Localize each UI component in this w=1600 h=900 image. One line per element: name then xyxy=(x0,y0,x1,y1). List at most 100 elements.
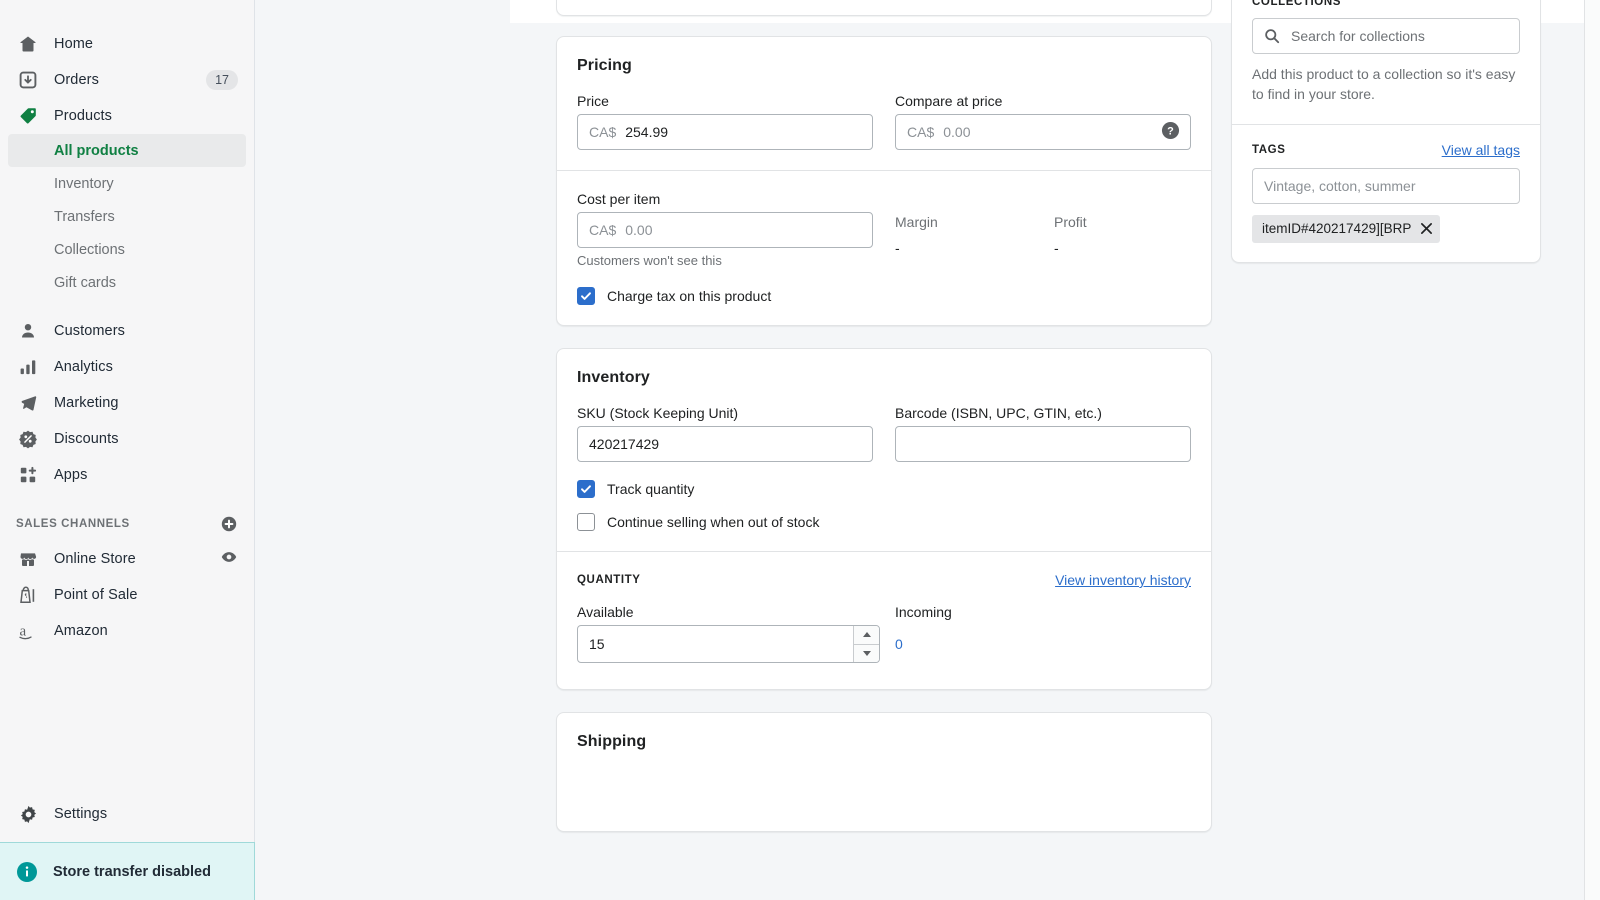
barcode-input[interactable] xyxy=(895,426,1191,462)
sidebar-item-label: Analytics xyxy=(54,359,113,375)
track-quantity-label: Track quantity xyxy=(607,481,695,497)
main-content: Pricing Price CA$ 254.99 Compare at pric… xyxy=(255,0,1600,900)
incoming-label: Incoming xyxy=(895,604,952,620)
inventory-title: Inventory xyxy=(577,369,650,386)
sidebar-item-label: Home xyxy=(54,36,94,52)
barcode-field-group: Barcode (ISBN, UPC, GTIN, etc.) xyxy=(895,405,1191,462)
banner-label: Store transfer disabled xyxy=(53,863,211,880)
store-transfer-banner[interactable]: Store transfer disabled xyxy=(0,842,255,900)
media-card-partial xyxy=(556,0,1212,16)
charge-tax-checkbox-row[interactable]: Charge tax on this product xyxy=(577,287,1191,305)
stepper-buttons xyxy=(853,626,879,662)
tags-placeholder: Vintage, cotton, summer xyxy=(1264,177,1416,194)
eye-icon[interactable] xyxy=(220,548,238,571)
sidebar-item-amazon[interactable]: a Amazon xyxy=(8,613,246,649)
nav-spacer-2 xyxy=(0,493,254,507)
product-form-column: Pricing Price CA$ 254.99 Compare at pric… xyxy=(556,0,1212,832)
sku-input[interactable]: 420217429 xyxy=(577,426,873,462)
sidebar-item-home[interactable]: Home xyxy=(8,26,246,62)
collections-search-input[interactable]: Search for collections xyxy=(1252,18,1520,54)
price-field-group: Price CA$ 254.99 xyxy=(577,93,873,150)
sidebar-item-products[interactable]: Products xyxy=(8,98,246,134)
available-incoming-row: Available 15 Incoming 0 xyxy=(577,604,1191,663)
close-icon[interactable] xyxy=(1420,222,1433,235)
profit-label: Profit xyxy=(1054,214,1087,230)
view-inventory-history-link[interactable]: View inventory history xyxy=(1055,572,1191,588)
sidebar-subitem-label: All products xyxy=(54,142,139,159)
sidebar-item-all-products[interactable]: All products xyxy=(8,134,246,167)
sidebar-item-orders[interactable]: Orders 17 xyxy=(8,62,246,98)
chevron-up-icon xyxy=(862,632,871,638)
sidebar-item-apps[interactable]: Apps xyxy=(8,457,246,493)
collections-card-body: COLLECTIONS Search for collections Add t… xyxy=(1232,0,1540,124)
shopify-admin-product-page: Home Orders 17 Products All products Inv… xyxy=(0,0,1600,900)
incoming-value[interactable]: 0 xyxy=(895,636,903,652)
view-all-tags-link[interactable]: View all tags xyxy=(1442,142,1520,158)
inventory-card: Inventory SKU (Stock Keeping Unit) 42021… xyxy=(556,348,1212,690)
sales-channels-label: SALES CHANNELS xyxy=(16,518,130,530)
compare-at-price-input[interactable]: CA$ 0.00 ? xyxy=(895,114,1191,150)
marketing-megaphone-icon xyxy=(16,391,40,415)
sidebar-subitem-label: Collections xyxy=(54,241,125,258)
price-currency-prefix: CA$ xyxy=(589,124,617,140)
sidebar-item-online-store[interactable]: Online Store xyxy=(8,541,246,577)
sidebar-item-label: Customers xyxy=(54,323,125,339)
sidebar-subitem-label: Inventory xyxy=(54,175,114,192)
point-of-sale-icon xyxy=(16,583,40,607)
charge-tax-checkbox[interactable] xyxy=(577,287,595,305)
track-quantity-checkbox[interactable] xyxy=(577,480,595,498)
sidebar-item-discounts[interactable]: Discounts xyxy=(8,421,246,457)
cost-currency-prefix: CA$ xyxy=(589,222,617,238)
sidebar-item-settings[interactable]: Settings xyxy=(8,796,246,832)
sidebar-item-collections[interactable]: Collections xyxy=(8,233,246,266)
sidebar-item-customers[interactable]: Customers xyxy=(8,313,246,349)
gear-icon xyxy=(16,802,40,826)
analytics-icon xyxy=(16,355,40,379)
sidebar-item-inventory[interactable]: Inventory xyxy=(8,167,246,200)
track-quantity-checkbox-row[interactable]: Track quantity xyxy=(577,480,1191,498)
pricing-card-body: Pricing Price CA$ 254.99 Compare at pric… xyxy=(557,37,1211,170)
help-circle-icon[interactable]: ? xyxy=(1161,121,1180,143)
sidebar-item-gift-cards[interactable]: Gift cards xyxy=(8,266,246,299)
collections-description: Add this product to a collection so it's… xyxy=(1252,66,1516,103)
primary-sidebar: Home Orders 17 Products All products Inv… xyxy=(0,0,255,900)
page-scrollbar[interactable] xyxy=(1584,0,1600,900)
margin-value: - xyxy=(895,240,900,256)
price-input[interactable]: CA$ 254.99 xyxy=(577,114,873,150)
tag-chip[interactable]: itemID#420217429][BRP xyxy=(1252,214,1441,243)
available-stepper: 15 xyxy=(577,625,880,663)
shipping-card-body: Shipping xyxy=(557,713,1211,771)
compare-price-placeholder: 0.00 xyxy=(943,124,971,140)
profit-value: - xyxy=(1054,240,1059,256)
collections-card: COLLECTIONS Search for collections Add t… xyxy=(1231,0,1541,263)
quantity-decrement-button[interactable] xyxy=(854,644,879,662)
continue-selling-checkbox[interactable] xyxy=(577,513,595,531)
sidebar-item-transfers[interactable]: Transfers xyxy=(8,200,246,233)
collections-search-placeholder: Search for collections xyxy=(1291,28,1425,44)
shipping-title: Shipping xyxy=(577,733,647,750)
sidebar-item-analytics[interactable]: Analytics xyxy=(8,349,246,385)
compare-price-field-group: Compare at price CA$ 0.00 ? xyxy=(895,93,1191,150)
sidebar-item-marketing[interactable]: Marketing xyxy=(8,385,246,421)
add-sales-channel-button[interactable] xyxy=(220,515,238,533)
cost-per-item-input[interactable]: CA$ 0.00 xyxy=(577,212,873,248)
pricing-title: Pricing xyxy=(577,57,632,74)
sidebar-subitem-label: Gift cards xyxy=(54,274,117,291)
home-icon xyxy=(16,32,40,56)
available-input[interactable]: 15 xyxy=(577,625,880,663)
margin-block: Margin - xyxy=(895,214,1032,268)
price-fields-row: Price CA$ 254.99 Compare at price CA$ 0.… xyxy=(577,93,1191,150)
sku-value: 420217429 xyxy=(589,436,660,452)
sales-channels-header: SALES CHANNELS xyxy=(8,507,246,541)
settings-row: Settings xyxy=(0,796,254,832)
info-icon xyxy=(16,861,38,883)
sidebar-item-point-of-sale[interactable]: Point of Sale xyxy=(8,577,246,613)
quantity-header-row: QUANTITY View inventory history xyxy=(577,572,1191,588)
collections-header: COLLECTIONS xyxy=(1252,0,1342,8)
tags-input[interactable]: Vintage, cotton, summer xyxy=(1252,167,1520,204)
online-store-icon xyxy=(16,547,40,571)
sidebar-item-label: Products xyxy=(54,108,113,124)
continue-selling-checkbox-row[interactable]: Continue selling when out of stock xyxy=(577,513,1191,531)
quantity-increment-button[interactable] xyxy=(854,626,879,645)
